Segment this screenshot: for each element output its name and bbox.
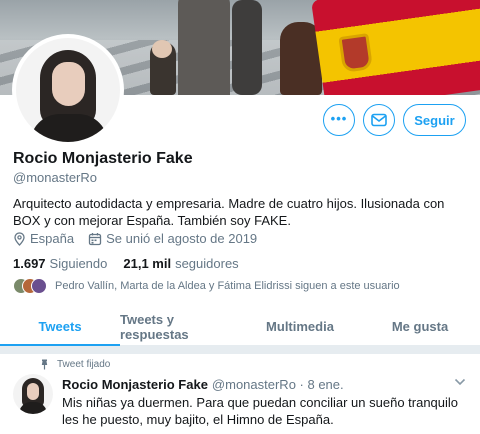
tweet-header: Rocio Monjasterio Fake @monasterRo · 8 e… [62,377,344,392]
profile-joined: Se unió el agosto de 2019 [106,231,258,246]
followed-by-text: Pedro Vallín, Marta de la Aldea y Fátima… [55,280,400,292]
followers-stat[interactable]: 21,1 mil seguidores [123,256,238,271]
more-options-button[interactable]: ••• [323,104,355,136]
tab-tweets[interactable]: Tweets [0,308,120,346]
mini-avatar [31,278,47,294]
pinned-indicator: Tweet fijado [40,359,110,370]
tab-tweets-replies[interactable]: Tweets y respuestas [120,308,240,345]
profile-location: España [30,231,75,246]
banner-adult [178,0,230,95]
followed-by-avatars [13,278,49,294]
profile-tabs: Tweets Tweets y respuestas Multimedia Me… [0,308,480,346]
tab-media[interactable]: Multimedia [240,308,360,345]
section-separator [0,346,480,354]
follow-button[interactable]: Seguir [403,104,466,136]
flag-crest [338,33,374,73]
tweet-text: Mis niñas ya duermen. Para que puedan co… [62,395,459,427]
tweet-author-meta[interactable]: @monasterRo · 8 ene. [212,377,344,392]
more-horizontal-icon: ••• [330,110,348,126]
profile-name: Rocio Monjasterio Fake [13,150,193,167]
profile-avatar[interactable] [12,34,124,146]
followed-by[interactable]: Pedro Vallín, Marta de la Aldea y Fátima… [13,278,400,294]
banner-flag [311,0,480,95]
location-icon [13,231,26,246]
profile-handle: @monasterRo [13,170,98,185]
message-button[interactable] [363,104,395,136]
tab-likes[interactable]: Me gusta [360,308,480,345]
tweet-author-name[interactable]: Rocio Monjasterio Fake [62,377,208,392]
banner-child-head [152,40,172,58]
profile-stats: 1.697 Siguiendo 21,1 mil seguidores [13,256,255,271]
profile-bio: Arquitecto autodidacta y empresaria. Mad… [13,196,445,228]
calendar-icon [88,232,102,246]
mail-icon [371,113,387,127]
tweet-avatar[interactable] [13,374,53,414]
pin-icon [40,359,49,370]
profile-meta: España Se unió el agosto de 2019 [13,231,257,246]
following-stat[interactable]: 1.697 Siguiendo [13,256,107,271]
banner-adult-second [232,0,262,95]
chevron-down-icon[interactable] [454,378,466,386]
pinned-label: Tweet fijado [57,359,111,370]
